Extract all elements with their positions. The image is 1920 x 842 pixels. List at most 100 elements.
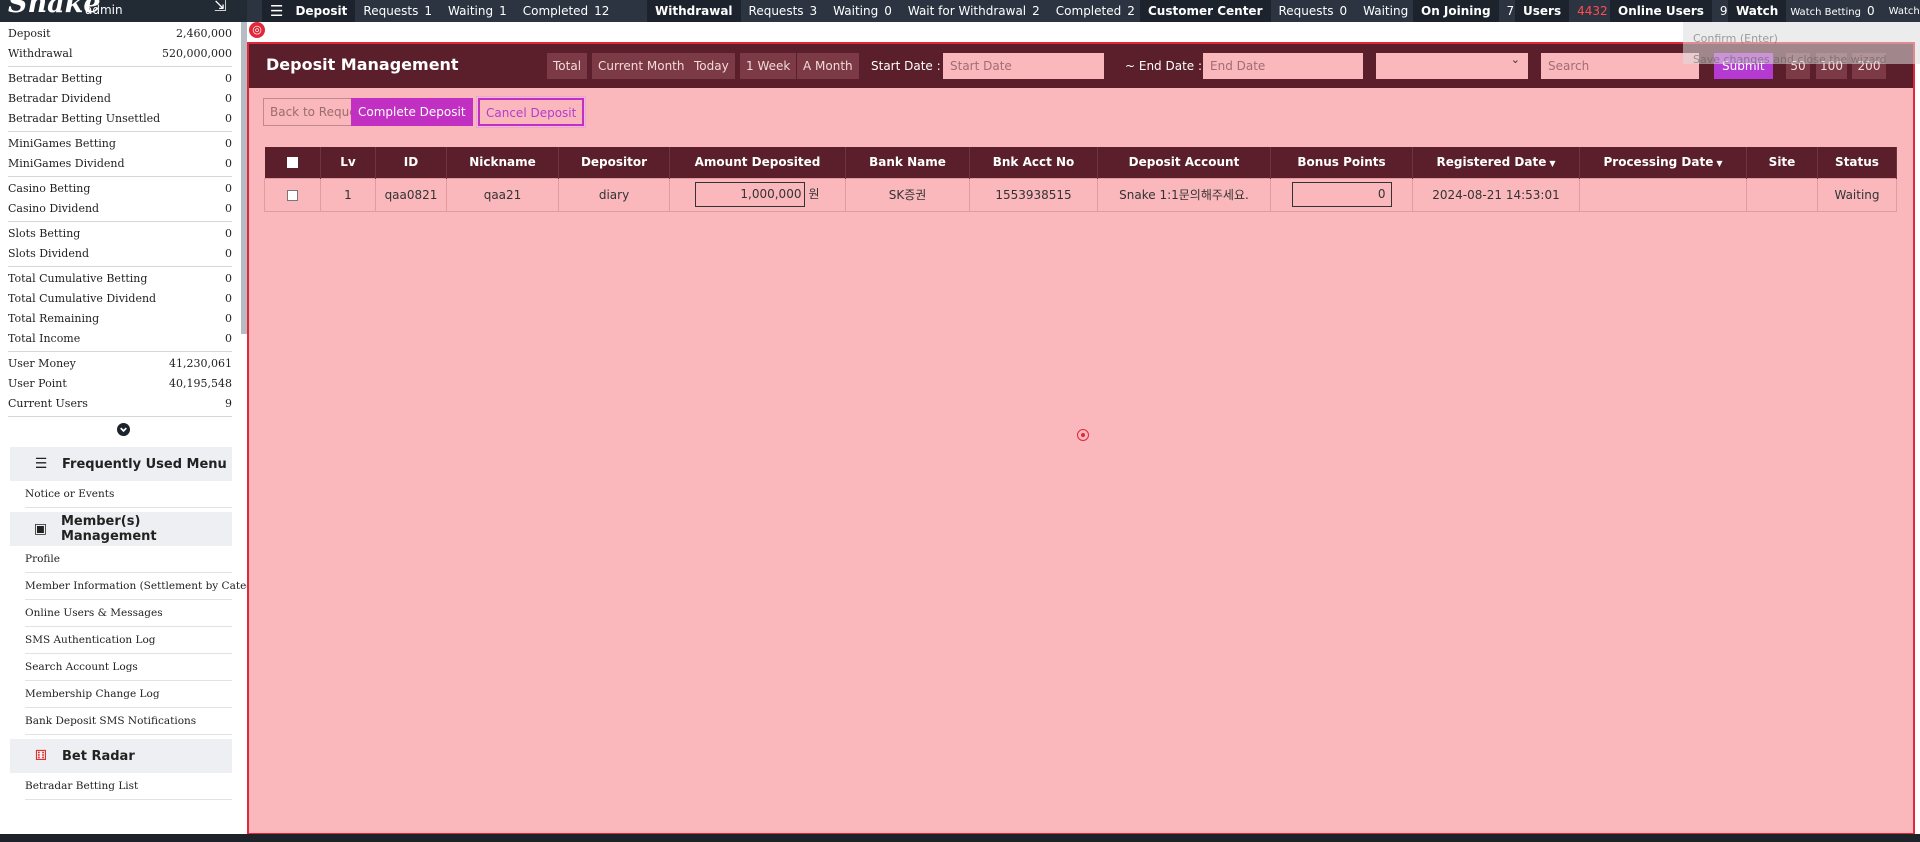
stat-row: User Point 40,195,548 <box>8 374 232 394</box>
bonus-points-input[interactable]: 0 <box>1291 182 1392 207</box>
users-title[interactable]: Users <box>1515 0 1570 22</box>
category-select[interactable]: ⌄ <box>1376 53 1528 79</box>
on-joining-title[interactable]: On Joining <box>1413 0 1499 22</box>
stat-label: Betradar Betting Unsettled <box>8 112 161 125</box>
row-registered-date: 2024-08-21 14:53:01 <box>1412 177 1580 212</box>
table-header-row: Lv ID Nickname Depositor Amount Deposite… <box>264 147 1897 178</box>
deposit-completed[interactable]: Completed 12 <box>515 4 618 18</box>
stat-row: Deposit 2,460,000 <box>8 24 232 44</box>
withdrawal-requests[interactable]: Requests 3 <box>741 4 826 18</box>
stat-row: Betradar Betting Unsettled 0 <box>8 109 232 129</box>
filter-today-button[interactable]: Today <box>688 53 735 79</box>
col-deposit-account: Deposit Account <box>1097 147 1271 178</box>
deposit-menu-toggle[interactable]: ☰ Deposit <box>262 0 356 22</box>
ghost-tooltip: Confirm (Enter) Save changes and close t… <box>1683 22 1920 66</box>
customer-center-title[interactable]: Customer Center <box>1140 0 1271 22</box>
filter-1-week-button[interactable]: 1 Week <box>740 53 797 79</box>
complete-deposit-button[interactable]: Complete Deposit <box>351 98 473 126</box>
stat-group: User Money 41,230,061 User Point 40,195,548… <box>8 352 232 417</box>
stat-value: 0 <box>225 272 232 285</box>
col-status: Status <box>1817 147 1897 178</box>
stat-label: MiniGames Betting <box>8 137 116 150</box>
stat-value: 0 <box>225 227 232 240</box>
menu-icon[interactable]: ☰ <box>270 2 283 20</box>
stat-row: Total Cumulative Betting 0 <box>8 269 232 289</box>
sidebar-menu-item[interactable]: Member Information (Settlement by Catego… <box>25 573 274 600</box>
col-bank-acct: Bnk Acct No <box>969 147 1098 178</box>
sidebar-menu-item[interactable]: SMS Authentication Log <box>25 627 232 654</box>
sign-out-icon[interactable]: ⇲ <box>214 0 227 15</box>
withdrawal-completed[interactable]: Completed 2 <box>1048 4 1143 18</box>
stat-group: MiniGames Betting 0 MiniGames Dividend 0 <box>8 132 232 177</box>
row-bank-name: SK증권 <box>845 177 970 212</box>
top-bar: Snake admin ⇲ ☰ Deposit Requests 1 Waitin… <box>0 0 1920 22</box>
stat-row: Slots Dividend 0 <box>8 244 232 264</box>
stat-value: 0 <box>225 312 232 325</box>
online-users-summary: Online Users 9 <box>1610 0 1736 22</box>
col-depositor: Depositor <box>558 147 670 178</box>
customer-requests[interactable]: Requests 0 <box>1271 4 1356 18</box>
filter-total-button[interactable]: Total <box>547 53 588 79</box>
col-lv: Lv <box>320 147 376 178</box>
chevron-down-icon: ⌄ <box>1510 53 1520 66</box>
col-registered-date[interactable]: Registered Date ▼ <box>1412 147 1580 178</box>
row-status: Waiting <box>1817 177 1897 212</box>
amount-input[interactable]: 1,000,000 <box>695 182 806 207</box>
brand: Snake admin ⇲ <box>0 0 247 22</box>
deposit-waiting[interactable]: Waiting 1 <box>440 4 515 18</box>
end-date-input[interactable]: End Date <box>1203 53 1363 79</box>
member-card-icon: ▣ <box>33 521 48 537</box>
stat-group: Betradar Betting 0 Betradar Dividend 0 Betra… <box>8 67 232 132</box>
dice-icon: ⚅ <box>34 748 48 764</box>
frequent-menu-header[interactable]: ☰ Frequently Used Menu <box>10 447 232 481</box>
members-menu-list: Profile Member Information (Settlement by… <box>0 546 274 735</box>
row-checkbox[interactable] <box>264 177 321 212</box>
stat-value: 0 <box>225 332 232 345</box>
sidebar-menu-item[interactable]: Notice or Events <box>25 481 232 508</box>
stat-row: Betradar Betting 0 <box>8 69 232 89</box>
col-processing-date[interactable]: Processing Date ▼ <box>1579 147 1747 178</box>
stat-value: 0 <box>225 137 232 150</box>
start-date-input[interactable]: Start Date <box>943 53 1104 79</box>
deposit-title[interactable]: Deposit <box>295 4 347 18</box>
sidebar-menu-item[interactable]: Betradar Betting List <box>25 773 232 800</box>
stat-value: 0 <box>225 292 232 305</box>
filter-a-month-button[interactable]: A Month <box>797 53 859 79</box>
stat-label: Casino Betting <box>8 182 91 195</box>
betradar-menu-header[interactable]: ⚅ Bet Radar <box>10 739 232 773</box>
stat-row: Slots Betting 0 <box>8 224 232 244</box>
deposit-management-panel: Deposit Management Total Current Month T… <box>247 42 1915 835</box>
deposit-requests[interactable]: Requests 1 <box>355 4 440 18</box>
sidebar-menu-item[interactable]: Bank Deposit SMS Notifications <box>25 708 232 735</box>
betradar-menu-list: Betradar Betting List <box>0 773 247 800</box>
col-amount: Amount Deposited <box>669 147 846 178</box>
watch-title[interactable]: Watch <box>1728 0 1787 22</box>
sidebar-menu-item[interactable]: Profile <box>25 546 232 573</box>
row-id-link[interactable]: qaa0821 <box>375 177 447 212</box>
sidebar-menu-item[interactable]: Search Account Logs <box>25 654 232 681</box>
stat-row: Betradar Dividend 0 <box>8 89 232 109</box>
watch-extra[interactable]: Watch <box>1879 6 1920 17</box>
filter-current-month-button[interactable]: Current Month <box>592 53 691 79</box>
users-count[interactable]: 4432 <box>1569 4 1616 18</box>
withdrawal-waiting[interactable]: Waiting 0 <box>825 4 900 18</box>
members-menu-header[interactable]: ▣ Member(s) Management <box>10 512 232 546</box>
chevron-down-icon[interactable] <box>0 423 247 443</box>
stat-group: Deposit 2,460,000 Withdrawal 520,000,000 <box>8 22 232 67</box>
search-input[interactable]: Search <box>1541 53 1699 79</box>
row-nickname: qaa21 <box>446 177 559 212</box>
betradar-menu-title: Bet Radar <box>62 748 135 764</box>
online-users-title[interactable]: Online Users <box>1610 0 1712 22</box>
withdrawal-wait[interactable]: Wait for Withdrawal 2 <box>900 4 1048 18</box>
stat-value: 9 <box>225 397 232 410</box>
withdrawal-title[interactable]: Withdrawal <box>647 0 741 22</box>
sort-icon: ▼ <box>1549 159 1556 169</box>
sidebar-menu-item[interactable]: Online Users & Messages <box>25 600 232 627</box>
table-row: 1 qaa0821 qaa21 diary 1,000,000 원 SK증권 15… <box>264 177 1897 212</box>
watch-betting[interactable]: Watch Betting 0 <box>1786 4 1878 18</box>
sidebar-menu-item[interactable]: Membership Change Log <box>25 681 232 708</box>
col-id: ID <box>375 147 447 178</box>
cancel-deposit-button[interactable]: Cancel Deposit <box>475 96 587 128</box>
frame-target-icon: ◎ <box>249 22 265 38</box>
select-all-checkbox[interactable] <box>264 147 321 178</box>
